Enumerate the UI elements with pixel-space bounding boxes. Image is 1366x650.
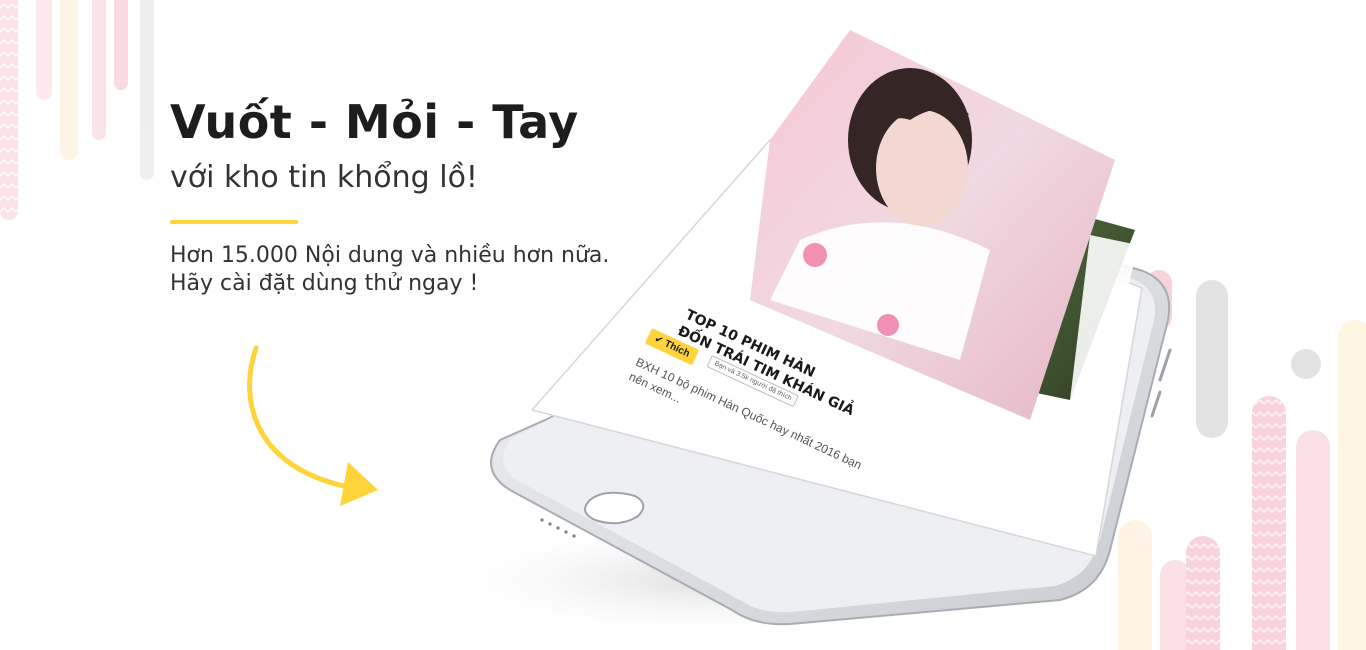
phone-mockup — [490, 30, 1172, 626]
curved-arrow-icon — [247, 345, 378, 506]
home-button-icon — [584, 491, 645, 525]
left-decor-stripes — [0, 0, 154, 220]
accent-divider — [170, 220, 298, 224]
